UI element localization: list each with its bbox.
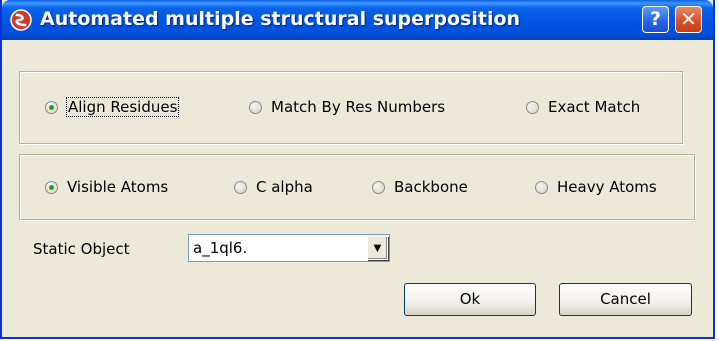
radio-unselected-icon[interactable] [249, 100, 262, 114]
radio-selected-icon[interactable] [45, 180, 58, 194]
radio-align-residues[interactable]: Align Residues [45, 97, 180, 117]
ok-button[interactable]: Ok [404, 283, 536, 316]
dialog-window: Automated multiple structural superposit… [0, 0, 715, 339]
radio-unselected-icon[interactable] [372, 180, 385, 194]
radio-selected-icon[interactable] [45, 100, 58, 114]
radio-label-c-alpha: C alpha [256, 178, 313, 196]
radio-unselected-icon[interactable] [535, 180, 548, 194]
radio-exact-match[interactable]: Exact Match [526, 98, 640, 116]
radio-match-by-res-numbers[interactable]: Match By Res Numbers [249, 98, 445, 116]
title-bar[interactable]: Automated multiple structural superposit… [2, 0, 713, 40]
app-logo-icon [10, 9, 32, 31]
window-title: Automated multiple structural superposit… [40, 8, 521, 30]
radio-label-heavy-atoms: Heavy Atoms [557, 178, 657, 196]
cancel-button[interactable]: Cancel [559, 283, 692, 316]
dropdown-arrow-icon[interactable]: ▼ [367, 236, 388, 260]
static-object-select[interactable]: a_1ql6. ▼ [188, 234, 390, 262]
close-button[interactable]: ✕ [675, 6, 702, 33]
static-object-value: a_1ql6. [193, 239, 248, 257]
radio-unselected-icon[interactable] [526, 100, 539, 114]
static-object-label: Static Object [33, 240, 130, 258]
radio-backbone[interactable]: Backbone [372, 178, 468, 196]
radio-label-backbone: Backbone [394, 178, 468, 196]
radio-c-alpha[interactable]: C alpha [234, 178, 313, 196]
radio-heavy-atoms[interactable]: Heavy Atoms [535, 178, 657, 196]
radio-label-visible-atoms: Visible Atoms [67, 178, 169, 196]
radio-label-match-by-res-numbers: Match By Res Numbers [271, 98, 446, 116]
radio-visible-atoms[interactable]: Visible Atoms [45, 178, 168, 196]
radio-label-exact-match: Exact Match [548, 98, 641, 116]
radio-unselected-icon[interactable] [234, 180, 247, 194]
help-button[interactable]: ? [642, 6, 669, 33]
radio-label-align-residues: Align Residues [65, 97, 180, 117]
